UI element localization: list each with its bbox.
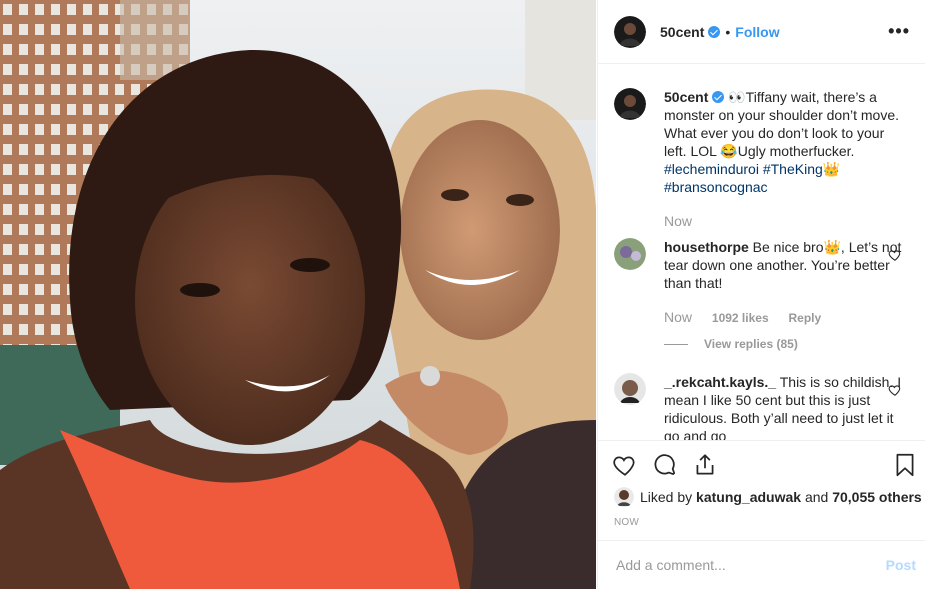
avatar-image xyxy=(614,88,646,120)
likes-count[interactable]: 70,055 others xyxy=(832,489,922,505)
share-icon[interactable] xyxy=(692,452,718,478)
author-username[interactable]: 50cent xyxy=(660,24,704,40)
caption-avatar[interactable] xyxy=(614,88,646,120)
likes-summary: Liked by katung_aduwak and 70,055 others xyxy=(614,487,922,507)
post-sidebar: 50cent • Follow ••• 50cent 👀Tiffany wait… xyxy=(597,0,925,589)
view-replies-label: View replies (85) xyxy=(704,337,798,351)
likes-middle: and xyxy=(804,489,829,505)
comment-meta: Now 1092 likes Reply xyxy=(664,308,902,327)
commenter-username[interactable]: _.rekcaht.kayls._ xyxy=(664,374,776,390)
action-bar xyxy=(598,440,925,488)
caption-meta: Now xyxy=(664,212,902,230)
selfie-image xyxy=(0,0,596,589)
post-photo[interactable] xyxy=(0,0,596,589)
more-icon[interactable]: ••• xyxy=(888,21,910,42)
heart-icon[interactable] xyxy=(888,248,902,262)
caption-time: Now xyxy=(664,213,693,229)
comment-time: Now xyxy=(664,309,693,325)
author-info: 50cent • Follow xyxy=(660,24,780,40)
post-header: 50cent • Follow ••• xyxy=(598,0,925,64)
avatar-image xyxy=(614,373,646,405)
verified-badge-icon xyxy=(712,91,725,103)
comment-body: housethorpe Be nice bro👑, Let’s not tear… xyxy=(664,238,902,327)
reply-button[interactable]: Reply xyxy=(789,311,822,325)
comment-body: _.rekcaht.kayls._ This is so childish. I… xyxy=(664,373,902,440)
comment-icon[interactable] xyxy=(652,452,678,478)
comment-likes[interactable]: 1092 likes xyxy=(712,311,769,325)
hashtag[interactable]: #bransoncognac xyxy=(664,179,768,195)
post-comment-button[interactable]: Post xyxy=(886,557,916,573)
comment-input[interactable] xyxy=(614,556,886,574)
commenter-username[interactable]: housethorpe xyxy=(664,239,749,255)
avatar-image xyxy=(614,487,634,507)
likes-prefix: Liked by xyxy=(640,489,693,505)
view-replies-line xyxy=(664,343,688,345)
liker-avatar[interactable] xyxy=(614,487,634,507)
avatar-image xyxy=(614,15,646,48)
hashtag[interactable]: #lecheminduroi xyxy=(664,161,759,177)
caption-username[interactable]: 50cent xyxy=(664,89,708,105)
view-replies-button[interactable]: View replies (85) xyxy=(664,337,910,351)
follow-button[interactable]: Follow xyxy=(735,24,779,40)
comment-item: _.rekcaht.kayls._ This is so childish. I… xyxy=(614,373,910,440)
instagram-post-modal: 50cent • Follow ••• 50cent 👀Tiffany wait… xyxy=(0,0,925,589)
avatar-image xyxy=(614,238,646,270)
post-timestamp[interactable]: NOW xyxy=(614,517,639,528)
hashtag[interactable]: #TheKing👑 xyxy=(763,161,840,177)
caption: 50cent 👀Tiffany wait, there’s a monster … xyxy=(614,88,910,230)
verified-badge-icon xyxy=(708,25,721,38)
heart-icon[interactable] xyxy=(612,452,638,478)
commenter-avatar[interactable] xyxy=(614,373,646,405)
caption-body: 50cent 👀Tiffany wait, there’s a monster … xyxy=(664,88,902,230)
follow-separator: • xyxy=(725,23,731,40)
commenter-avatar[interactable] xyxy=(614,238,646,270)
liked-by-user[interactable]: katung_aduwak xyxy=(696,489,801,505)
comments-list[interactable]: 50cent 👀Tiffany wait, there’s a monster … xyxy=(598,64,925,440)
author-avatar[interactable] xyxy=(614,15,646,48)
comment-item: housethorpe Be nice bro👑, Let’s not tear… xyxy=(614,238,910,327)
bookmark-icon[interactable] xyxy=(892,452,918,478)
heart-icon[interactable] xyxy=(888,383,902,397)
add-comment-bar: Post xyxy=(598,540,925,589)
